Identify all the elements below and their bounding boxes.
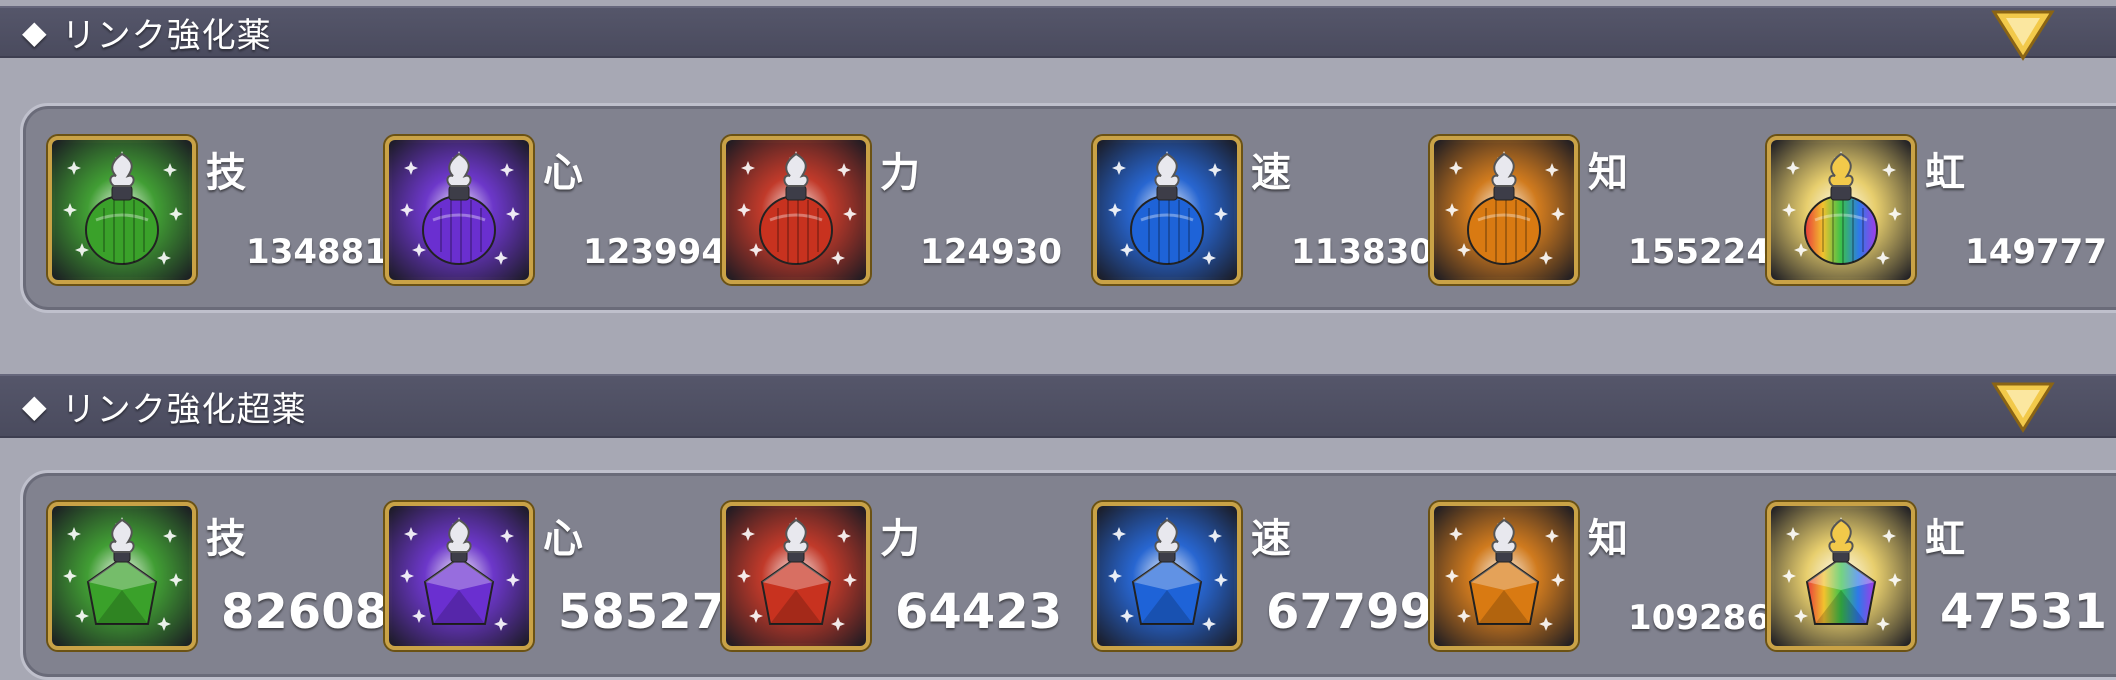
- potion-icon[interactable]: [1093, 136, 1241, 284]
- item-link-super-potion[interactable]: 知 109286: [1430, 502, 1770, 652]
- item-attribute: 知: [1588, 516, 1628, 562]
- item-attribute: 心: [543, 516, 583, 562]
- super-potion-icon[interactable]: [385, 502, 533, 650]
- potion-icon[interactable]: [722, 136, 870, 284]
- item-count: 155224: [1628, 232, 1770, 272]
- item-link-super-potion[interactable]: 力 64423: [722, 502, 1062, 652]
- section-title-label: リンク強化超薬: [61, 389, 307, 430]
- item-attribute: 技: [206, 150, 246, 196]
- potion-icon[interactable]: [48, 136, 196, 284]
- item-link-super-potion[interactable]: 虹 47531: [1767, 502, 2107, 652]
- item-attribute: 速: [1251, 516, 1291, 562]
- item-link-potion[interactable]: 知 155224: [1430, 136, 1770, 286]
- item-link-potion[interactable]: 心 123994: [385, 136, 725, 286]
- section-header-link-potion[interactable]: ◆ リンク強化薬: [0, 6, 2116, 58]
- item-count: 64423: [895, 584, 1062, 640]
- item-count: 113830: [1291, 232, 1433, 272]
- super-potion-icon[interactable]: [1430, 502, 1578, 650]
- item-count: 47531: [1940, 584, 2107, 640]
- item-count: 124930: [920, 232, 1062, 272]
- section-title-label: リンク強化薬: [61, 15, 272, 56]
- item-count: 134881: [246, 232, 388, 272]
- super-potion-icon[interactable]: [48, 502, 196, 650]
- super-potion-icon[interactable]: [1093, 502, 1241, 650]
- section-title: ◆ リンク強化薬: [22, 8, 272, 56]
- potion-icon[interactable]: [385, 136, 533, 284]
- item-count: 82608: [221, 584, 388, 640]
- item-link-potion[interactable]: 技 134881: [48, 136, 388, 286]
- diamond-icon: ◆: [22, 13, 48, 51]
- potion-icon[interactable]: [1767, 136, 1915, 284]
- section-title: ◆ リンク強化超薬: [22, 376, 307, 436]
- chevron-down-icon[interactable]: [1988, 6, 2058, 64]
- item-link-super-potion[interactable]: 技 82608: [48, 502, 388, 652]
- item-count: 109286: [1628, 598, 1770, 638]
- item-link-potion[interactable]: 虹 149777: [1767, 136, 2107, 286]
- chevron-down-icon[interactable]: [1988, 378, 2058, 436]
- item-link-super-potion[interactable]: 心 58527: [385, 502, 725, 652]
- item-attribute: 速: [1251, 150, 1291, 196]
- item-attribute: 知: [1588, 150, 1628, 196]
- item-attribute: 虹: [1925, 516, 1965, 562]
- item-count: 149777: [1965, 232, 2107, 272]
- item-count: 67799: [1266, 584, 1433, 640]
- item-attribute: 虹: [1925, 150, 1965, 196]
- item-link-super-potion[interactable]: 速 67799: [1093, 502, 1433, 652]
- super-potion-icon[interactable]: [1767, 502, 1915, 650]
- item-link-potion[interactable]: 力 124930: [722, 136, 1062, 286]
- item-attribute: 力: [880, 516, 920, 562]
- item-attribute: 技: [206, 516, 246, 562]
- item-count: 123994: [583, 232, 725, 272]
- potion-icon[interactable]: [1430, 136, 1578, 284]
- item-count: 58527: [558, 584, 725, 640]
- item-link-potion[interactable]: 速 113830: [1093, 136, 1433, 286]
- section-header-link-super-potion[interactable]: ◆ リンク強化超薬: [0, 374, 2116, 438]
- super-potion-icon[interactable]: [722, 502, 870, 650]
- item-attribute: 心: [543, 150, 583, 196]
- item-attribute: 力: [880, 150, 920, 196]
- diamond-icon: ◆: [22, 387, 48, 425]
